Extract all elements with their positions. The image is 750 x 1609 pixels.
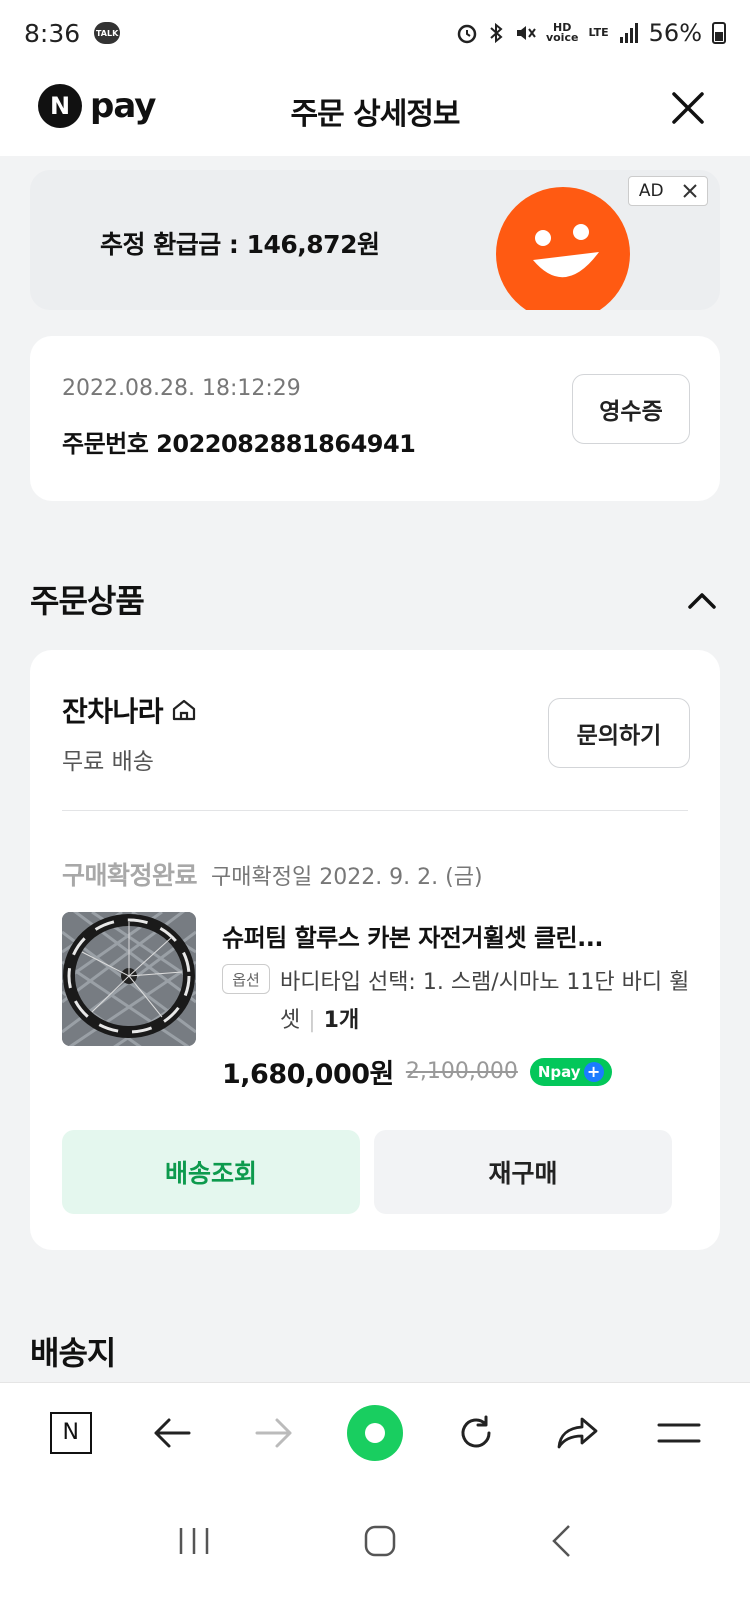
divider — [62, 810, 688, 811]
home-button-icon[interactable] — [364, 1525, 396, 1557]
page-content: 추정 환급금 : 146,872원 AD 2022.08.28. 18:12:2… — [0, 156, 750, 1416]
plus-icon: + — [583, 1061, 604, 1082]
hd-voice-icon: HD voice — [545, 21, 579, 44]
kakaotalk-icon: TALK — [94, 22, 121, 44]
green-dot-icon — [346, 1404, 403, 1461]
store-name[interactable]: 잔차나라 — [62, 690, 197, 730]
status-bar: 8:36 TALK HD voice LTE 56% — [0, 0, 750, 66]
home-icon — [172, 699, 196, 721]
close-button[interactable] — [666, 86, 710, 130]
arrow-right-icon — [255, 1418, 292, 1447]
back-button[interactable] — [142, 1403, 202, 1463]
track-delivery-button[interactable]: 배송조회 — [62, 1130, 360, 1214]
ad-banner[interactable]: 추정 환급금 : 146,872원 AD — [30, 170, 720, 310]
inquiry-button[interactable]: 문의하기 — [548, 698, 690, 768]
mute-icon — [516, 26, 536, 40]
npay-n-icon: N — [38, 84, 82, 128]
back-nav-icon[interactable] — [549, 1524, 573, 1558]
naver-home-button[interactable]: N — [41, 1403, 101, 1463]
option-tag: 옵션 — [222, 964, 270, 994]
bluetooth-icon — [490, 22, 503, 44]
hamburger-menu-icon — [657, 1423, 701, 1442]
ad-label: AD — [638, 181, 664, 201]
chevron-up-icon[interactable] — [682, 581, 722, 621]
npay-logo: N pay — [38, 84, 156, 128]
recent-apps-icon[interactable] — [177, 1526, 211, 1556]
refresh-icon — [461, 1415, 491, 1447]
share-button[interactable] — [548, 1403, 608, 1463]
confirm-date: 구매확정일 2022. 9. 2. (금) — [211, 865, 483, 890]
quantity: 1개 — [323, 1008, 360, 1033]
product-name[interactable]: 슈퍼팀 할루스 카본 자전거휠셋 클린... — [222, 918, 682, 953]
qty-separator: | — [308, 1008, 316, 1033]
npay-logo-text: pay — [90, 86, 156, 126]
system-nav-bar — [0, 1482, 750, 1609]
signal-icon — [619, 23, 638, 43]
close-icon — [672, 92, 704, 124]
wheel-image — [62, 912, 196, 1046]
option-text: 바디타입 선택: 1. 스램/시마노 11단 바디 휠셋 | 1개 — [280, 964, 690, 1040]
refresh-button[interactable] — [446, 1403, 506, 1463]
section-title-products: 주문상품 — [30, 582, 145, 620]
browser-toolbar: N — [0, 1382, 750, 1482]
receipt-button[interactable]: 영수증 — [572, 374, 690, 444]
green-dot-button[interactable] — [345, 1403, 405, 1463]
order-number: 주문번호 2022082881864941 — [62, 430, 416, 458]
store-name-label: 잔차나라 — [62, 695, 164, 728]
rebuy-button[interactable]: 재구매 — [374, 1130, 672, 1214]
status-time: 8:36 — [24, 18, 81, 48]
alarm-icon — [457, 24, 477, 44]
app-header: N pay 주문 상세정보 — [0, 66, 750, 156]
smile-face-icon — [496, 187, 630, 310]
ad-text: 추정 환급금 : 146,872원 — [100, 230, 380, 259]
purchase-status: 구매확정완료 — [62, 861, 198, 890]
price-row: 1,680,000원 2,100,000 Npay + — [222, 1052, 612, 1091]
battery-icon — [712, 22, 726, 44]
naver-n-icon: N — [49, 1411, 92, 1454]
battery-level: 56% — [648, 19, 702, 47]
order-datetime: 2022.08.28. 18:12:29 — [62, 376, 301, 401]
price: 1,680,000원 — [222, 1059, 394, 1090]
order-product-card: 잔차나라 무료 배송 문의하기 구매확정완료 구매확정일 2022. 9. 2.… — [30, 650, 720, 1250]
page-title: 주문 상세정보 — [290, 97, 460, 132]
lte-icon: LTE — [588, 26, 609, 39]
forward-button[interactable] — [244, 1403, 304, 1463]
section-title-address: 배송지 — [30, 1334, 116, 1372]
original-price: 2,100,000 — [405, 1059, 518, 1084]
share-icon — [557, 1417, 598, 1448]
product-thumbnail[interactable] — [62, 912, 196, 1046]
purchase-status-row: 구매확정완료 구매확정일 2022. 9. 2. (금) — [62, 856, 483, 892]
order-info-card: 2022.08.28. 18:12:29 주문번호 20220828818649… — [30, 336, 720, 501]
ad-close-badge[interactable]: AD — [628, 176, 708, 206]
menu-button[interactable] — [649, 1403, 709, 1463]
arrow-left-icon — [154, 1418, 191, 1447]
npay-badge-label: Npay — [537, 1062, 581, 1081]
close-icon — [683, 184, 697, 198]
shipping-fee: 무료 배송 — [62, 749, 154, 775]
npay-plus-badge: Npay + — [529, 1057, 612, 1086]
